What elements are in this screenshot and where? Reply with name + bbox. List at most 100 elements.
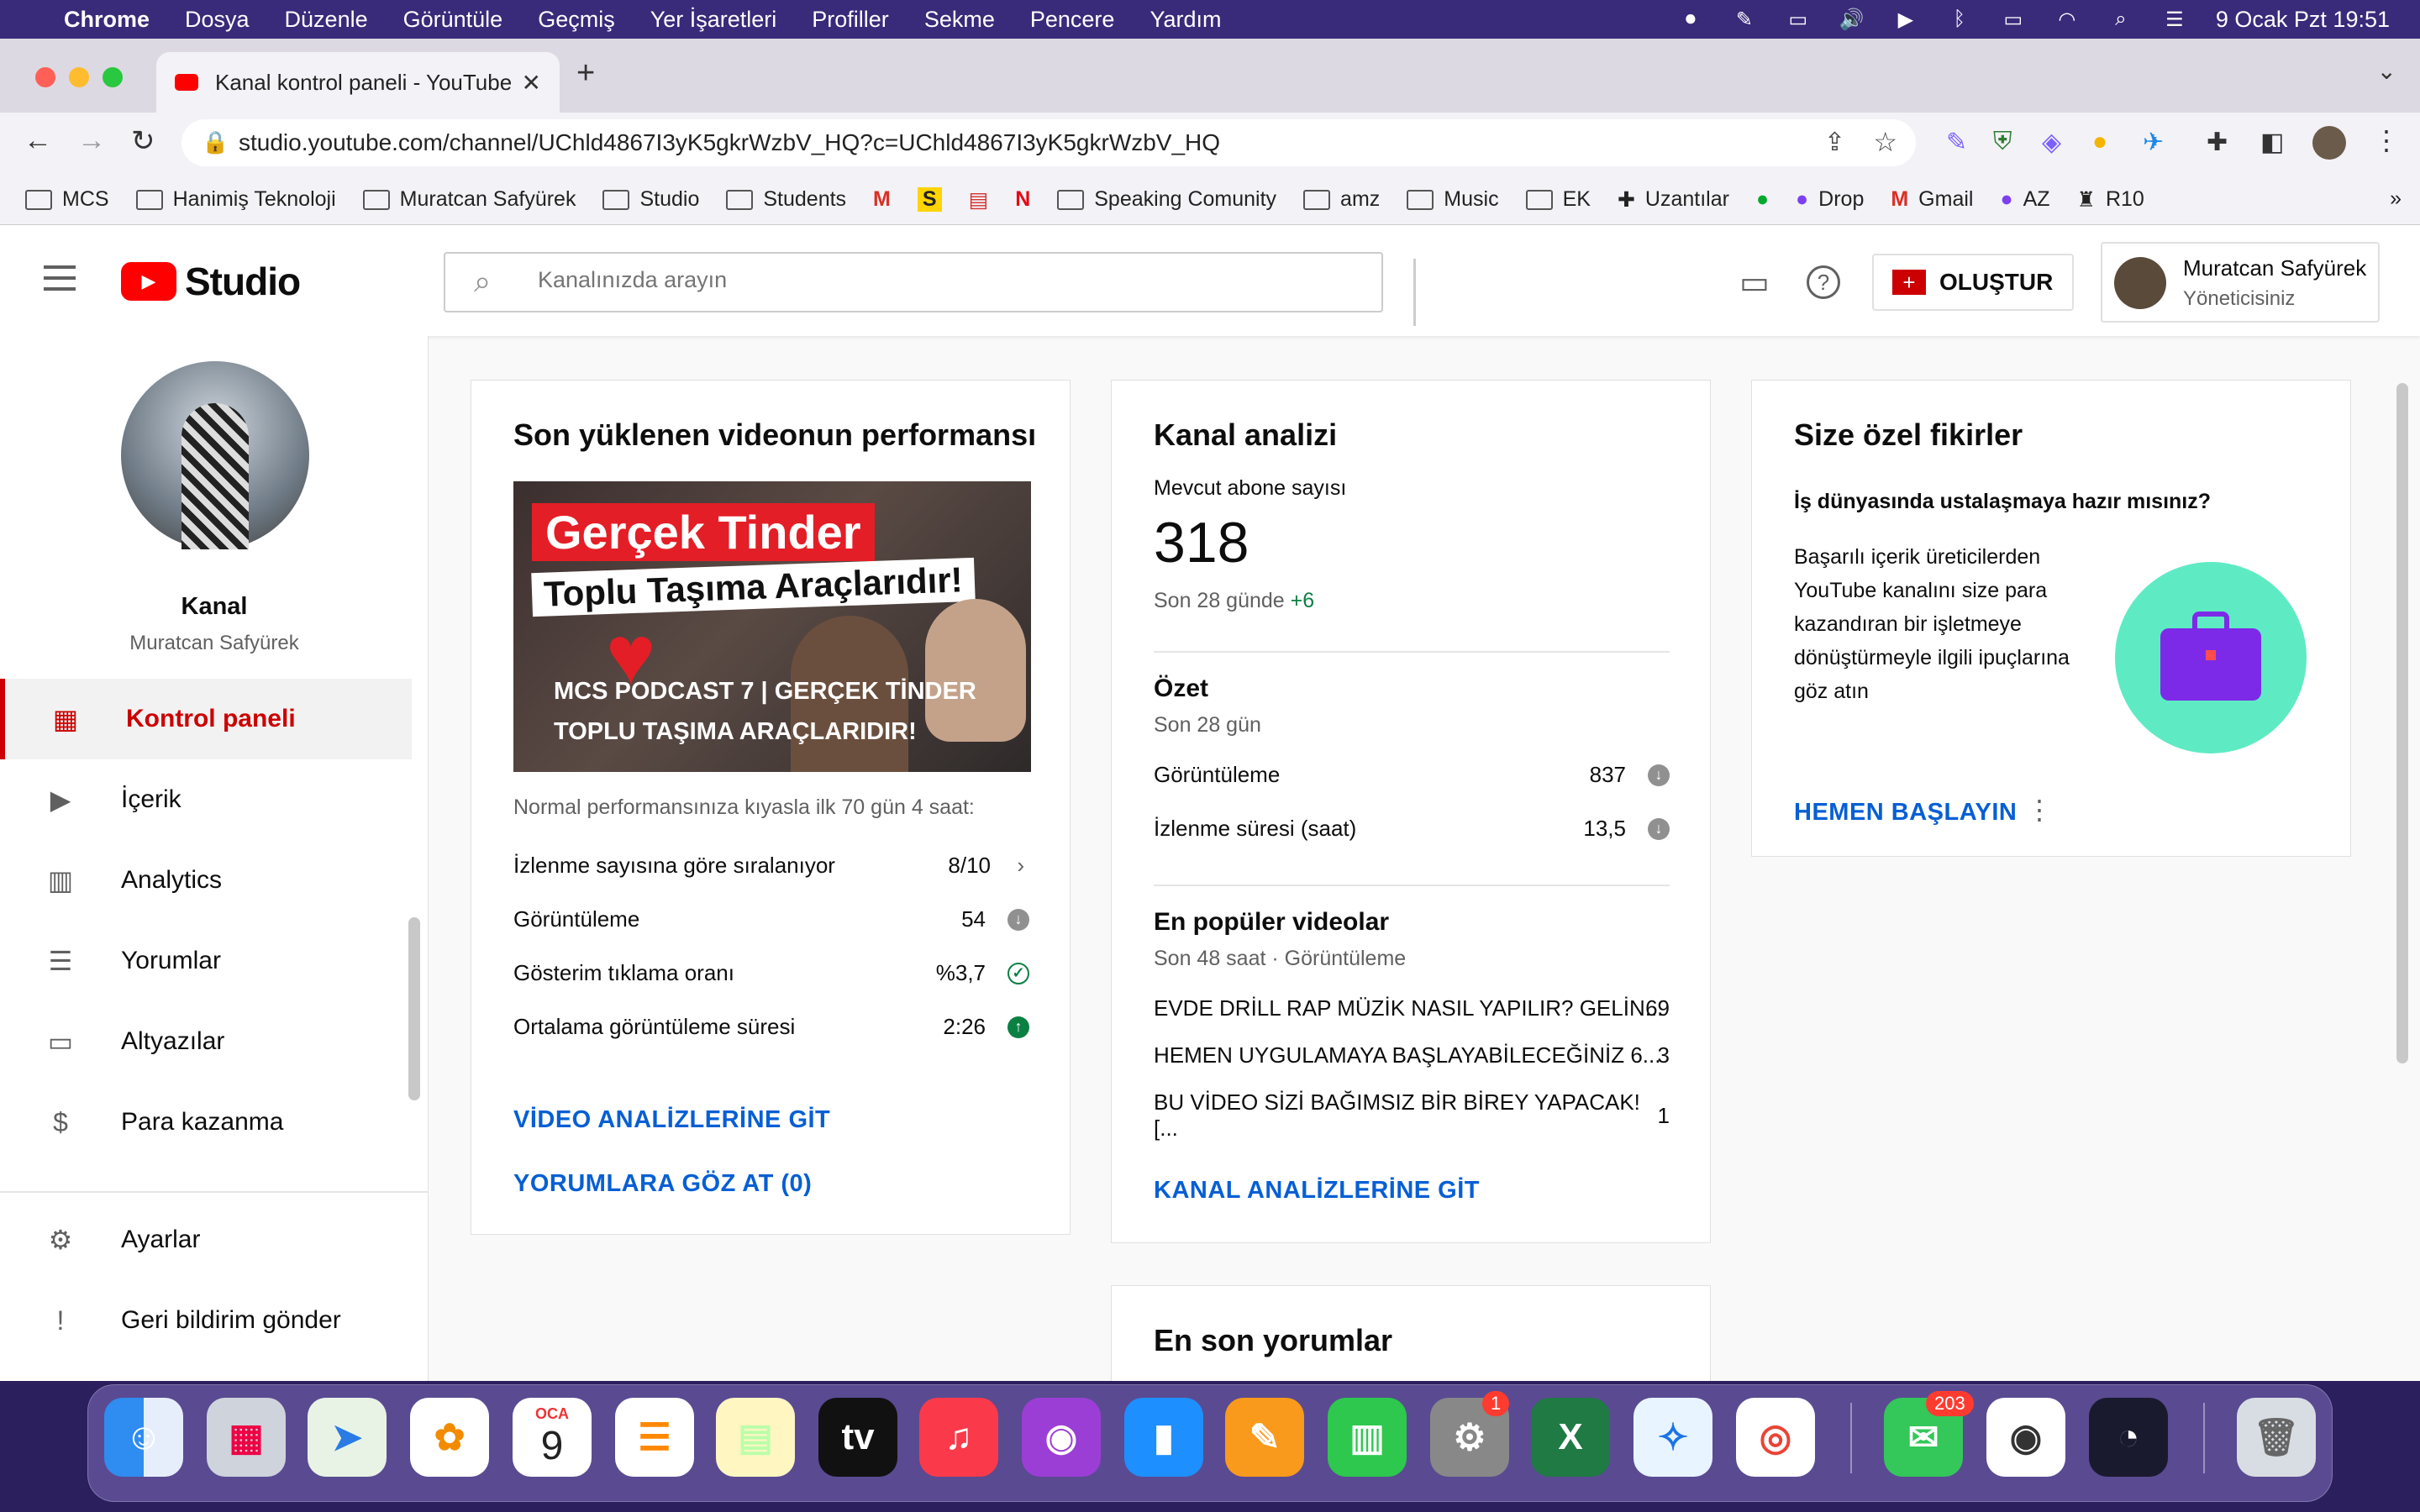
channel-avatar[interactable] (121, 361, 309, 549)
menu-item[interactable]: Pencere (1030, 7, 1115, 33)
cookie-extension-icon[interactable]: ● (2092, 128, 2107, 156)
bookmark-folder[interactable]: Muratcan Safyürek (362, 187, 576, 212)
get-started-link[interactable]: HEMEN BAŞLAYIN (1794, 799, 2017, 827)
youtube-logo-icon[interactable]: ▶ (121, 262, 176, 301)
volume-icon[interactable]: 🔊 (1839, 8, 1865, 31)
menu-app[interactable]: Chrome (64, 7, 150, 33)
help-icon[interactable]: ? (1807, 265, 1840, 299)
stat-row-rank[interactable]: İzlenme sayısına göre sıralanıyor 8/10 › (513, 853, 1029, 879)
shield-extension-icon[interactable]: ⛨ (1993, 128, 2012, 156)
bookmark-drop[interactable]: ● Drop (1796, 187, 1864, 212)
puzzle-icon[interactable]: ✚ (2207, 128, 2228, 157)
feather-icon[interactable]: ✎ (1732, 8, 1757, 31)
menu-item[interactable]: Sekme (924, 7, 995, 33)
side-panel-icon[interactable]: ◧ (2260, 128, 2284, 157)
bookmark-gmail[interactable]: M (873, 187, 891, 212)
music-icon[interactable]: ♫ (919, 1398, 998, 1477)
webcam-icon[interactable]: ◉ (1986, 1398, 2065, 1477)
play-icon[interactable]: ▶ (1893, 8, 1918, 31)
top-video-row[interactable]: HEMEN UYGULAMAYA BAŞLAYABİLECEĞİNİZ 6...… (1154, 1042, 1670, 1068)
sidebar-item-settings[interactable]: ⚙ Ayarlar (0, 1200, 412, 1280)
top-video-row[interactable]: BU VİDEO SİZİ BAĞIMSIZ BİR BİREY YAPACAK… (1154, 1089, 1670, 1142)
numbers-icon[interactable]: ▥ (1328, 1398, 1407, 1477)
trash-icon[interactable]: 🗑 (2237, 1398, 2316, 1477)
excel-icon[interactable]: X (1531, 1398, 1610, 1477)
lock-icon[interactable]: 🔒 (202, 129, 229, 155)
minimize-window-button[interactable] (69, 67, 89, 87)
display-icon[interactable]: ▭ (1786, 8, 1811, 31)
bookmark-folder[interactable]: amz (1303, 187, 1380, 212)
bluetooth-icon[interactable]: ᛒ (1947, 8, 1972, 30)
close-window-button[interactable] (35, 67, 55, 87)
bookmark-r10[interactable]: ♜ R10 (2077, 187, 2144, 213)
menu-item[interactable]: Görüntüle (403, 7, 503, 33)
sidebar-item-analytics[interactable]: ▥ Analytics (0, 840, 412, 921)
profile-avatar[interactable] (2312, 126, 2346, 160)
bookmark-folder[interactable]: EK (1525, 187, 1591, 212)
bookmark-folder[interactable]: Speaking Comunity (1057, 187, 1276, 212)
bookmark-extensions[interactable]: ✚ Uzantılar (1618, 187, 1729, 213)
finder-icon[interactable]: ☺ (104, 1398, 183, 1477)
browse-comments-link[interactable]: YORUMLARA GÖZ AT (0) (513, 1170, 812, 1198)
sidebar-item-monetization[interactable]: $ Para kazanma (0, 1082, 412, 1163)
obs-icon[interactable]: ◔ (2089, 1398, 2168, 1477)
more-options-icon[interactable]: ⋮ (2026, 794, 2053, 826)
search-icon[interactable]: ⌕ (2108, 8, 2133, 30)
battery-icon[interactable]: ▭ (2001, 8, 2026, 31)
apple-tv-icon[interactable]: tv (818, 1398, 897, 1477)
search-box[interactable]: ⌕ (444, 252, 1383, 312)
video-thumbnail[interactable]: Gerçek Tinder Toplu Taşıma Araçlarıdır! … (513, 481, 1031, 772)
tab-active[interactable]: Kanal kontrol paneli - YouTube ✕ (156, 52, 560, 113)
search-icon[interactable]: ⌕ (474, 264, 491, 300)
pen-extension-icon[interactable]: ✎ (1946, 128, 1967, 157)
menu-item[interactable]: Geçmiş (538, 7, 615, 33)
menu-dots-icon[interactable]: ⋮ (2373, 124, 2400, 156)
menu-item[interactable]: Düzenle (285, 7, 368, 33)
translate-extension-icon[interactable]: ✈ (2143, 128, 2164, 157)
bookmark-s[interactable]: S (917, 187, 942, 212)
bookmark-gmail[interactable]: M Gmail (1891, 187, 1973, 212)
notes-icon[interactable]: ▤ (716, 1398, 795, 1477)
messages-icon[interactable]: ▭ (1739, 264, 1770, 302)
create-button[interactable]: + OLUŞTUR (1872, 254, 2074, 311)
bookmark-folder[interactable]: Music (1407, 187, 1499, 212)
bookmark-stack[interactable]: ▤ (969, 187, 989, 213)
launchpad-icon[interactable]: ▦ (207, 1398, 286, 1477)
safari-icon[interactable]: ✧ (1634, 1398, 1712, 1477)
calendar-icon[interactable]: OCA 9 (513, 1398, 592, 1477)
hamburger-menu-icon[interactable] (44, 265, 76, 291)
menu-item[interactable]: Yardım (1150, 7, 1221, 33)
control-center-icon[interactable]: ☰ (2162, 8, 2187, 31)
bookmark-star-icon[interactable]: ☆ (1873, 126, 1897, 158)
chrome-icon[interactable]: ◎ (1736, 1398, 1815, 1477)
sidebar-item-content[interactable]: ▶ İçerik (0, 759, 412, 840)
reminders-icon[interactable]: ☰ (615, 1398, 694, 1477)
bookmark-folder[interactable]: MCS (25, 187, 109, 212)
top-video-row[interactable]: EVDE DRİLL RAP MÜZİK NASIL YAPILIR? GELİ… (1154, 995, 1670, 1021)
sidebar-item-feedback[interactable]: ! Geri bildirim gönder (0, 1280, 412, 1361)
photos-icon[interactable]: ✿ (410, 1398, 489, 1477)
wifi-icon[interactable]: ◠ (2054, 8, 2080, 31)
sidebar-item-subtitles[interactable]: ▭ Altyazılar (0, 1001, 412, 1082)
tab-search-icon[interactable]: ⌄ (2377, 57, 2396, 85)
bookmark-folder[interactable]: Studio (602, 187, 699, 212)
menu-item[interactable]: Profiller (812, 7, 889, 33)
bookmark-netflix[interactable]: N (1015, 187, 1030, 212)
menu-item[interactable]: Dosya (185, 7, 250, 33)
account-switcher[interactable]: Muratcan Safyürek Yöneticisiniz (2101, 242, 2380, 323)
pages-icon[interactable]: ✎ (1225, 1398, 1304, 1477)
back-icon[interactable]: ← (24, 124, 52, 157)
bookmark-folder[interactable]: Students (726, 187, 846, 212)
reload-icon[interactable]: ↻ (131, 124, 155, 158)
zoom-window-button[interactable] (103, 67, 123, 87)
studio-logo-text[interactable]: Studio (185, 259, 301, 304)
new-tab-icon[interactable]: + (576, 55, 595, 92)
forward-icon[interactable]: → (77, 124, 106, 157)
url-text[interactable]: studio.youtube.com/channel/UChld4867I3yK… (239, 129, 1220, 156)
record-icon[interactable]: ⏺ (1678, 8, 1703, 30)
extension-icon[interactable]: ◈ (2042, 128, 2061, 157)
sidebar-item-dashboard[interactable]: ▦ Kontrol paneli (0, 679, 412, 759)
share-icon[interactable]: ⇪ (1824, 128, 1845, 157)
address-bar[interactable]: 🔒 studio.youtube.com/channel/UChld4867I3… (182, 119, 1916, 166)
more-bookmarks-icon[interactable]: » (2390, 186, 2402, 211)
